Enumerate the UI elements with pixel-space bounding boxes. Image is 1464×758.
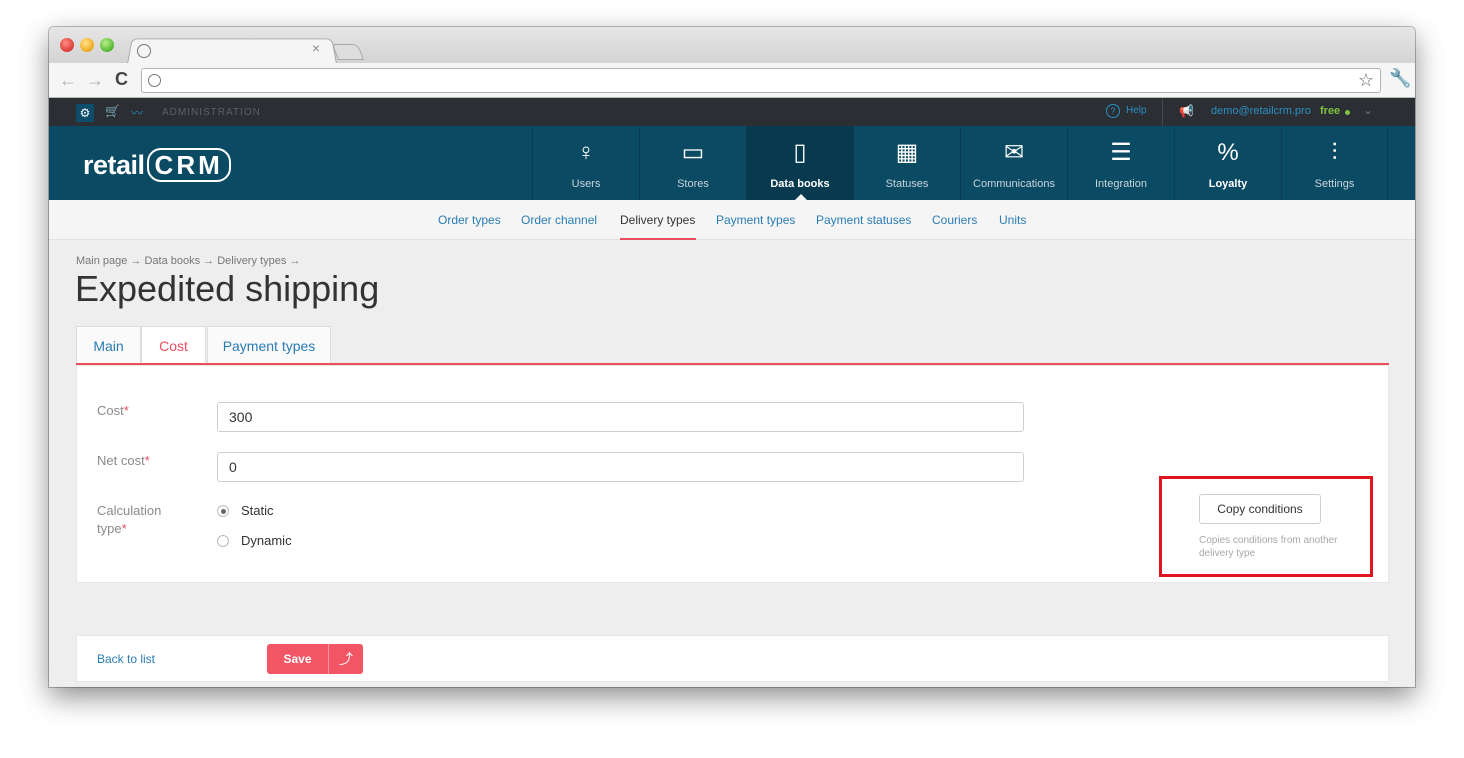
dynamic-radio-label[interactable]: Dynamic (241, 533, 292, 548)
address-bar: ← → C ☆ 🔧 (49, 63, 1415, 98)
new-tab-button[interactable] (332, 44, 364, 60)
chevron-down-icon[interactable]: ⌄ (1363, 103, 1373, 117)
admin-topbar: ⚙ 🛒 〰 ADMINISTRATION ? Help 📢 demo@retai… (49, 98, 1415, 126)
subnav-delivery-types[interactable]: Delivery types (620, 213, 695, 227)
active-underline (620, 238, 696, 240)
minimize-window-button[interactable] (80, 38, 94, 52)
net-cost-input[interactable] (217, 452, 1024, 482)
divider (1162, 98, 1163, 126)
store-icon: ▭ (681, 139, 705, 166)
integration-icon: ☰ (1110, 139, 1132, 166)
nav-label: Settings (1314, 178, 1355, 190)
nav-label: Stores (677, 178, 709, 190)
subnav-order-types[interactable]: Order types (438, 213, 501, 227)
tab-close-icon[interactable]: × (312, 40, 320, 56)
nav-data-books[interactable]: ▯ Data books (746, 126, 853, 200)
nav-communications[interactable]: ✉ Communications (960, 126, 1067, 200)
back-arrow-icon[interactable]: ← (59, 70, 77, 91)
tab-payment-types[interactable]: Payment types (207, 326, 331, 364)
net-cost-label: Net cost* (97, 453, 150, 468)
dynamic-radio[interactable] (217, 535, 229, 547)
crm-app: ⚙ 🛒 〰 ADMINISTRATION ? Help 📢 demo@retai… (49, 98, 1415, 687)
data-books-subnav: Order types Order channel Delivery types… (49, 200, 1415, 240)
nav-statuses[interactable]: ▦ Statuses (853, 126, 960, 200)
user-email[interactable]: demo@retailcrm.pro (1211, 105, 1311, 117)
save-button[interactable]: Save (267, 644, 328, 674)
browser-titlebar: × (49, 27, 1415, 64)
close-window-button[interactable] (60, 38, 74, 52)
tab-main[interactable]: Main (76, 326, 141, 364)
nav-users[interactable]: ♀ Users (532, 126, 639, 200)
globe-icon (148, 74, 161, 87)
browser-window: × ← → C ☆ 🔧 ⚙ 🛒 〰 ADMINISTRATION ? Help … (49, 27, 1415, 687)
reload-icon[interactable]: C (115, 69, 128, 90)
subnav-payment-statuses[interactable]: Payment statuses (816, 213, 911, 227)
help-link[interactable]: Help (1126, 105, 1147, 116)
save-and-scroll-up-button[interactable]: ⤴ (328, 644, 363, 674)
static-radio[interactable] (217, 505, 229, 517)
section-label: ADMINISTRATION (162, 107, 261, 118)
megaphone-icon[interactable]: 📢 (1179, 104, 1194, 118)
url-input[interactable]: ☆ (141, 68, 1381, 93)
mail-icon: ✉ (1003, 139, 1025, 166)
globe-icon (137, 44, 151, 58)
cost-form-card: Cost* Net cost* Calculationtype* Static … (76, 365, 1389, 583)
main-nav: retail CRM ♀ Users ▭ Stores ▯ Data books … (49, 126, 1415, 200)
back-to-list-link[interactable]: Back to list (97, 652, 155, 666)
percent-icon: % (1217, 139, 1239, 166)
zoom-window-button[interactable] (100, 38, 114, 52)
nav-integration[interactable]: ☰ Integration (1067, 126, 1174, 200)
analytics-icon[interactable]: 〰 (131, 104, 143, 121)
form-actions-bar: Back to list Save ⤴ (76, 635, 1389, 682)
help-icon[interactable]: ? (1106, 104, 1120, 118)
tab-cost[interactable]: Cost (141, 326, 206, 364)
highlight-box (1159, 476, 1373, 577)
forward-arrow-icon[interactable]: → (86, 70, 104, 91)
copy-conditions-button[interactable]: Copy conditions (1199, 494, 1321, 524)
subnav-payment-types[interactable]: Payment types (716, 213, 795, 227)
user-icon: ♀ (577, 139, 595, 166)
bookmark-star-icon[interactable]: ☆ (1358, 70, 1374, 91)
nav-settings[interactable]: ⫶ Settings (1281, 126, 1388, 200)
subnav-couriers[interactable]: Couriers (932, 213, 977, 227)
cost-input[interactable] (217, 402, 1024, 432)
subnav-order-channel[interactable]: Order channel (521, 213, 597, 227)
cart-icon[interactable]: 🛒 (105, 104, 120, 118)
statuses-icon: ▦ (895, 139, 919, 166)
wrench-icon[interactable]: 🔧 (1389, 68, 1411, 89)
nav-label: Communications (973, 178, 1055, 190)
browser-tab[interactable] (127, 38, 337, 64)
cost-label: Cost* (97, 403, 129, 418)
nav-label: Users (571, 178, 601, 190)
retailcrm-logo[interactable]: retail CRM (83, 148, 231, 182)
page-title: Expedited shipping (75, 268, 380, 309)
nav-loyalty[interactable]: % Loyalty (1174, 126, 1281, 200)
sliders-icon: ⫶ (1331, 139, 1338, 166)
nav-label: Loyalty (1208, 178, 1248, 190)
nav-label: Integration (1095, 178, 1147, 190)
online-status-dot (1345, 110, 1350, 115)
nav-label: Data books (770, 178, 830, 190)
subnav-units[interactable]: Units (999, 213, 1026, 227)
copy-conditions-hint: Copies conditions from another delivery … (1199, 535, 1338, 559)
nav-stores[interactable]: ▭ Stores (639, 126, 746, 200)
nav-label: Statuses (885, 178, 929, 190)
book-icon: ▯ (793, 139, 807, 166)
breadcrumb[interactable]: Main page → Data books → Delivery types … (76, 255, 300, 267)
static-radio-label[interactable]: Static (241, 503, 274, 518)
calculation-type-label: Calculation type* (97, 503, 162, 536)
plan-badge: free (1320, 105, 1341, 117)
gear-icon[interactable]: ⚙ (76, 104, 94, 122)
